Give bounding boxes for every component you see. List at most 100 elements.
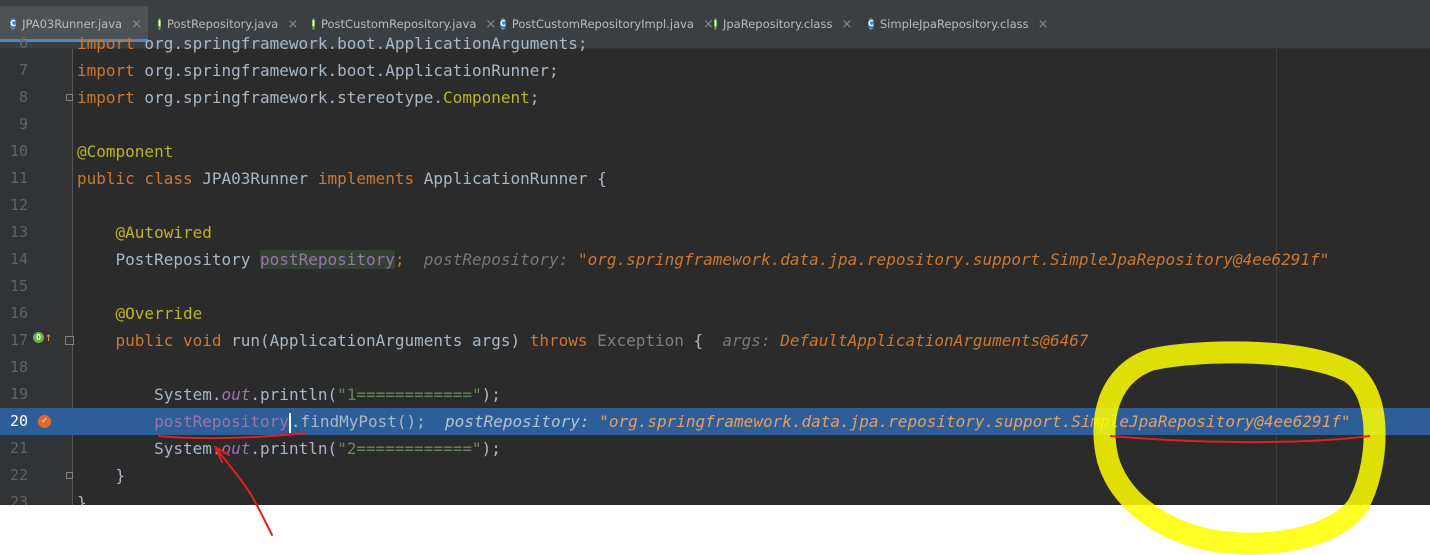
keyword: import: [77, 34, 135, 53]
line-number: 22: [9, 466, 28, 484]
annotation: @Autowired: [115, 223, 212, 242]
code-line-10: 10 @Component: [0, 138, 1430, 165]
line-number: 10: [9, 142, 28, 160]
method-call: .println(: [250, 385, 338, 404]
code-line-21: 21 System.out.println("2============");: [0, 435, 1430, 462]
fold-end-icon[interactable]: [66, 94, 73, 101]
debug-inline-hint-value[interactable]: "org.springframework.data.jpa.repository…: [578, 250, 1329, 269]
code-text: System.out.println("1============");: [77, 381, 501, 408]
field-declaration[interactable]: postRepository: [260, 250, 395, 269]
line-number: 7: [18, 61, 28, 79]
line-number: 23: [9, 493, 28, 505]
line-number: 8: [18, 88, 28, 106]
code-text: import org.springframework.boot.Applicat…: [77, 57, 559, 84]
breakpoint-icon[interactable]: ✓: [38, 415, 51, 428]
brace: {: [683, 331, 704, 350]
class-name: JPA03Runner: [192, 169, 318, 188]
code-line-17: 17 O ↑ public void run(ApplicationArgume…: [0, 327, 1430, 354]
keyword: throws: [529, 331, 588, 350]
line-number: 11: [9, 169, 28, 187]
method-call: .findMyPost();: [290, 412, 426, 431]
method-call: .println(: [250, 439, 338, 458]
line-number: 18: [9, 358, 28, 376]
package-path: org.springframework.boot.ApplicationArgu…: [134, 34, 588, 53]
code-text: import org.springframework.stereotype.Co…: [77, 84, 539, 111]
exception-type: Exception: [587, 331, 684, 350]
interface-icon: I: [312, 18, 315, 30]
class-reference: System.: [154, 439, 222, 458]
code-text: System.out.println("2============");: [77, 435, 501, 462]
code-line-22: 22 }: [0, 462, 1430, 489]
line-number: 16: [9, 304, 28, 322]
code-line-6: 6 import org.springframework.boot.Applic…: [0, 30, 1430, 57]
code-text: PostRepository postRepository; postRepos…: [77, 246, 1329, 273]
code-line-16: 16 @Override: [0, 300, 1430, 327]
tab-label: JpaRepository.class: [722, 17, 833, 31]
keyword: public class: [77, 169, 193, 188]
closing-brace: }: [77, 493, 87, 505]
tab-label: SimpleJpaRepository.class: [879, 17, 1029, 31]
package-path: org.springframework.boot.ApplicationRunn…: [134, 61, 559, 80]
fold-end-icon[interactable]: [66, 472, 73, 479]
arrow-up-icon: ↑: [45, 330, 53, 344]
code-editor[interactable]: 6 import org.springframework.boot.Applic…: [0, 30, 1430, 505]
class-reference: System.: [154, 385, 222, 404]
line-number: 21: [9, 439, 28, 457]
code-text: }: [77, 489, 87, 505]
code-line-23: 23 }: [0, 489, 1430, 505]
debug-inline-hint-value[interactable]: "org.springframework.data.jpa.repository…: [599, 412, 1350, 431]
keyword: implements: [317, 169, 415, 188]
semicolon: ;: [529, 88, 540, 107]
code-text: public class JPA03Runner implements Appl…: [77, 165, 607, 192]
code-line-18: 18: [0, 354, 1430, 381]
static-field: out: [221, 385, 251, 404]
code-line-13: 13 @Autowired: [0, 219, 1430, 246]
intellij-editor-window: C JPA03Runner.java × I PostRepository.ja…: [0, 0, 1430, 505]
line-number: 17: [9, 331, 28, 349]
code-line-11: 11 public class JPA03Runner implements A…: [0, 165, 1430, 192]
interface-icon: I: [158, 18, 161, 30]
code-text: postRepository .findMyPost(); postReposit…: [77, 408, 1351, 435]
line-number: 20: [9, 412, 28, 430]
code-text: @Override: [77, 300, 203, 327]
line-number: 9: [18, 115, 28, 133]
line-number: 14: [9, 250, 28, 268]
code-line-12: 12: [0, 192, 1430, 219]
fold-start-icon[interactable]: [65, 336, 74, 345]
tab-label: PostCustomRepository.java: [320, 17, 477, 31]
debug-inline-hint-label: postRepository:: [445, 412, 590, 431]
static-field: out: [221, 439, 251, 458]
code-text: @Component: [77, 138, 173, 165]
keyword: import: [77, 61, 135, 80]
keyword: public void: [115, 331, 222, 350]
closing-brace: }: [115, 466, 126, 485]
code-text: public void run(ApplicationArguments arg…: [77, 327, 1089, 354]
code-line-7: 7 import org.springframework.boot.Applic…: [0, 57, 1430, 84]
line-number: 19: [9, 385, 28, 403]
code-line-9: 9: [0, 111, 1430, 138]
code-text: }: [77, 462, 126, 489]
debug-inline-hint-label: args:: [722, 331, 771, 350]
type-name: PostRepository: [115, 250, 261, 269]
override-icon[interactable]: O: [33, 332, 44, 343]
annotation: @Override: [115, 304, 203, 323]
debug-inline-hint-value[interactable]: DefaultApplicationArguments@6467: [780, 331, 1088, 350]
string-literal: "2============": [337, 439, 482, 458]
field-reference[interactable]: postRepository: [154, 412, 289, 431]
compiled-class-icon: C: [868, 18, 874, 30]
compiled-interface-icon: I: [714, 18, 717, 30]
class-reference: Component: [443, 88, 530, 107]
semicolon: ;: [394, 250, 405, 269]
string-literal: "1============": [337, 385, 482, 404]
line-number: 12: [9, 196, 28, 214]
method-signature: run(ApplicationArguments args): [221, 331, 530, 350]
call-end: );: [481, 439, 501, 458]
debug-inline-hint-label: postRepository:: [423, 250, 569, 269]
